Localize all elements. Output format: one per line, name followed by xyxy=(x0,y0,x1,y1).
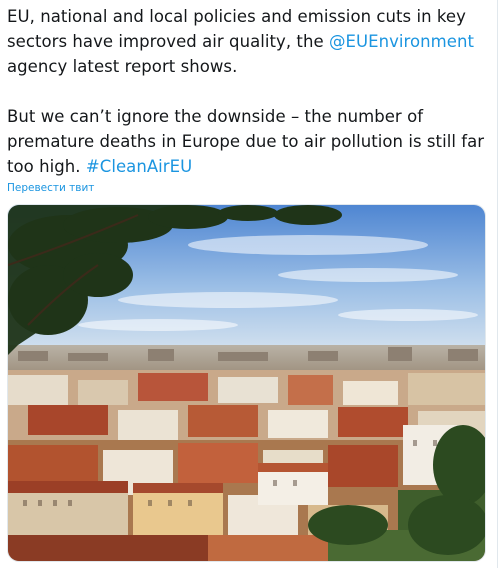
hashtag-link[interactable]: #CleanAirEU xyxy=(86,157,192,176)
tweet-text-part: agency latest report shows. xyxy=(7,57,238,76)
tweet-photo[interactable] xyxy=(7,204,486,562)
cityscape-photo-icon xyxy=(8,205,485,561)
frame-border xyxy=(497,0,498,568)
tweet-text: EU, national and local policies and emis… xyxy=(7,4,493,179)
translate-tweet-link[interactable]: Перевести твит xyxy=(7,182,94,194)
tweet-paragraph-1: EU, national and local policies and emis… xyxy=(7,4,493,79)
tweet-text-part: But we can’t ignore the downside – the n… xyxy=(7,107,485,176)
mention-link[interactable]: @EUEnvironment xyxy=(329,32,474,51)
tweet-paragraph-2: But we can’t ignore the downside – the n… xyxy=(7,104,493,179)
